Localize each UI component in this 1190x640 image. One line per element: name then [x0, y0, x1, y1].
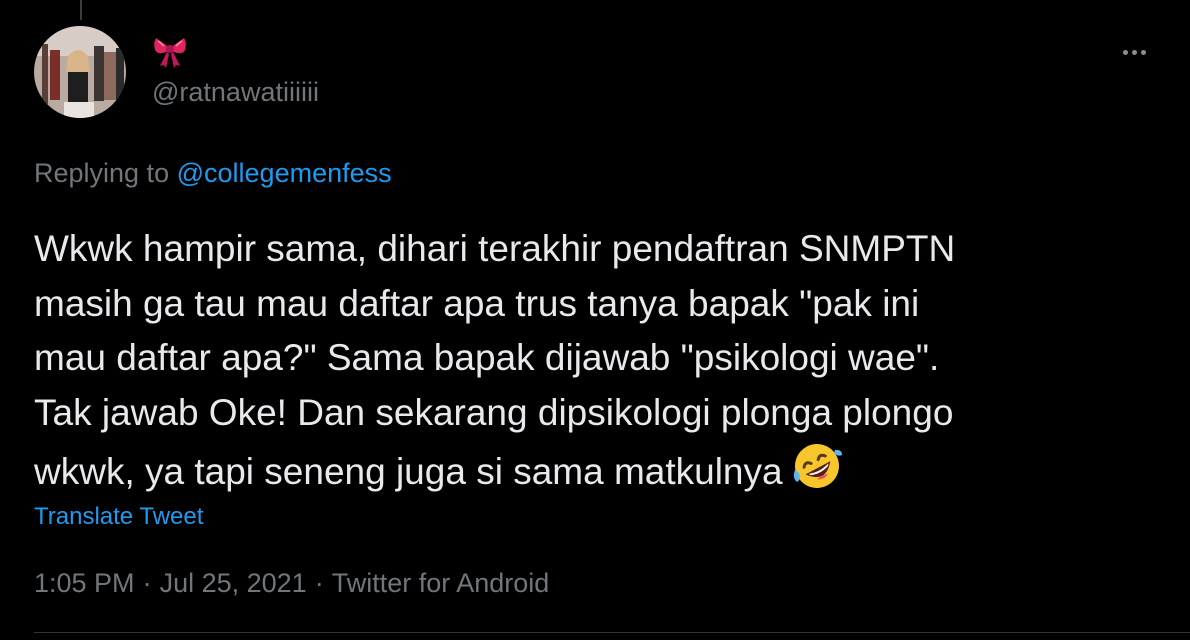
- avatar[interactable]: [34, 26, 126, 118]
- separator: ·: [314, 568, 324, 598]
- tweet-metadata: 1:05 PM · Jul 25, 2021 · Twitter for Android: [34, 566, 549, 600]
- translate-tweet-link[interactable]: Translate Tweet: [34, 502, 203, 532]
- more-horizontal-icon: [1122, 49, 1128, 55]
- tweet-text-line: wkwk, ya tapi seneng juga si sama matkul…: [34, 451, 783, 492]
- divider: [34, 632, 1190, 633]
- replying-to: Replying to @collegemenfess: [34, 156, 392, 190]
- tweet-text-line: mau daftar apa?" Sama bapak dijawab "psi…: [34, 337, 940, 378]
- tweet-text-line: masih ga tau mau daftar apa trus tanya b…: [34, 282, 920, 324]
- rolling-on-floor-laughing-emoji-icon: [791, 440, 843, 492]
- tweet-time[interactable]: 1:05 PM: [34, 568, 135, 598]
- more-options-button[interactable]: [1112, 38, 1156, 66]
- tweet-text-line-last: wkwk, ya tapi seneng juga si sama matkul…: [34, 440, 1159, 500]
- thread-connector-line: [80, 0, 82, 20]
- tweet-source[interactable]: Twitter for Android: [332, 568, 550, 598]
- tweet-text-line: Wkwk hampir sama, dihari terakhir pendaf…: [34, 228, 956, 269]
- profile-photo: [34, 26, 126, 118]
- more-horizontal-icon-dot: [1140, 49, 1146, 55]
- tweet-text: Wkwk hampir sama, dihari terakhir pendaf…: [34, 222, 1159, 500]
- tweet-text-line: Tak jawab Oke! Dan sekarang dipsikologi …: [34, 391, 954, 433]
- tweet-date[interactable]: Jul 25, 2021: [160, 568, 307, 598]
- ribbon-bow-icon: [154, 38, 186, 68]
- display-name[interactable]: [152, 34, 188, 68]
- more-horizontal-icon-dot: [1131, 49, 1137, 55]
- replying-to-mention-link[interactable]: @collegemenfess: [177, 158, 392, 188]
- separator: ·: [142, 568, 152, 598]
- replying-prefix: Replying to: [34, 158, 170, 188]
- user-handle[interactable]: @ratnawatiiiiii: [152, 76, 319, 108]
